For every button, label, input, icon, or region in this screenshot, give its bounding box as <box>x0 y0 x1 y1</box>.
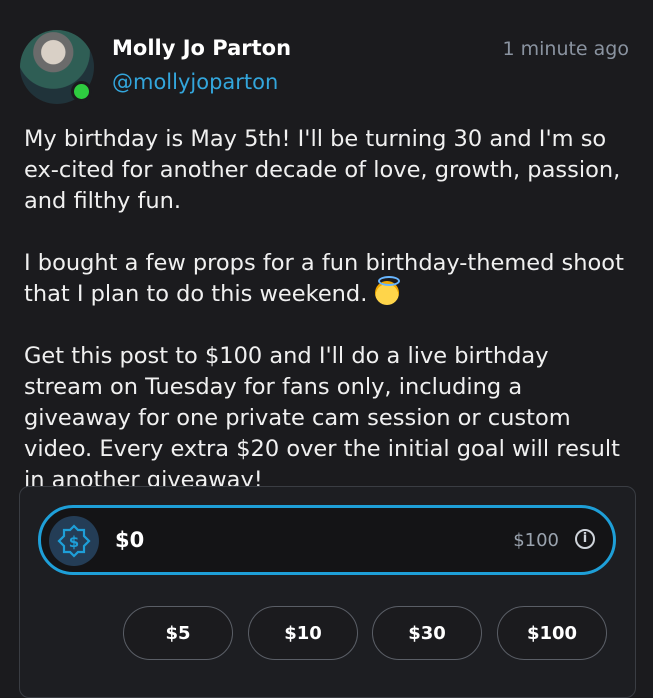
tip-30-button[interactable]: $30 <box>372 606 482 660</box>
dollar-badge-icon: $ <box>49 516 99 566</box>
tip-5-button[interactable]: $5 <box>123 606 233 660</box>
goal-target-amount: $100 <box>513 530 559 551</box>
post-body: My birthday is May 5th! I'll be turning … <box>24 124 624 527</box>
post-paragraph-2: I bought a few props for a fun birthday-… <box>24 250 624 307</box>
online-status-dot <box>71 81 92 102</box>
info-icon[interactable]: i <box>575 529 595 549</box>
svg-text:$: $ <box>69 533 79 551</box>
post-paragraph-1: My birthday is May 5th! I'll be turning … <box>24 126 621 214</box>
avatar-container[interactable] <box>20 30 94 104</box>
tip-10-button[interactable]: $10 <box>248 606 358 660</box>
halo-emoji-icon <box>374 276 400 305</box>
author-name[interactable]: Molly Jo Parton <box>112 36 291 60</box>
goal-current-amount: $0 <box>115 528 145 552</box>
tip-100-button[interactable]: $100 <box>497 606 607 660</box>
goal-progress-bar[interactable]: $ $0 $100 i <box>38 505 616 575</box>
post-timestamp: 1 minute ago <box>502 38 629 60</box>
author-handle[interactable]: @mollyjoparton <box>112 70 278 94</box>
post-paragraph-3: Get this post to $100 and I'll do a live… <box>24 343 620 493</box>
